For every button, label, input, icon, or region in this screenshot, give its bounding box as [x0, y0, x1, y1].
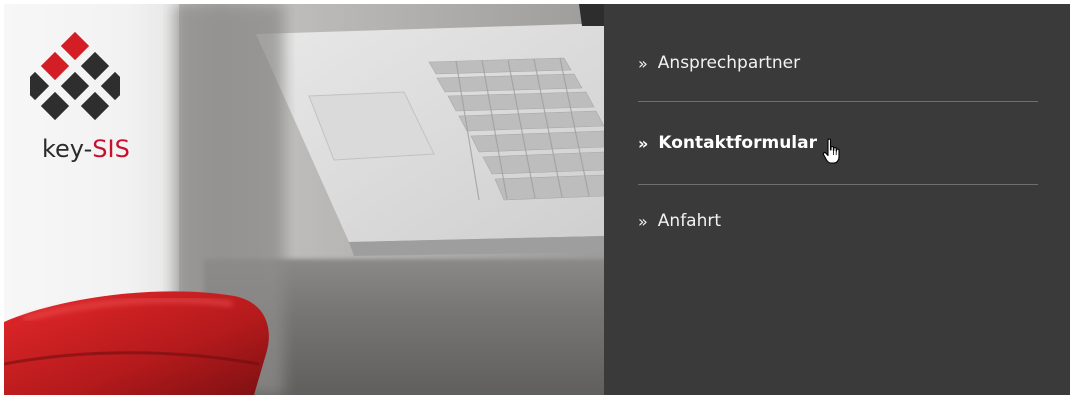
logo-wordmark: key-SIS: [42, 135, 130, 163]
menu-item-marker: »: [638, 211, 648, 231]
diamond-grid-logo-icon: [30, 32, 120, 121]
logo-wordmark-accent: SIS: [92, 135, 130, 163]
menu-item-label: Kontaktformular: [658, 133, 817, 153]
menu-item-marker: »: [638, 133, 649, 153]
page-frame: key-SIS » Ansprechpartner » Kontaktformu…: [4, 4, 1070, 395]
menu-item-marker: »: [638, 53, 648, 73]
logo[interactable]: key-SIS: [30, 32, 160, 172]
menu-item-ansprechpartner[interactable]: » Ansprechpartner: [638, 48, 1038, 78]
hero-image: key-SIS: [4, 4, 604, 395]
contact-menu-panel: » Ansprechpartner » Kontaktformular » An…: [604, 4, 1070, 395]
menu-divider: [638, 101, 1038, 102]
menu-item-label: Ansprechpartner: [657, 53, 801, 73]
menu-divider: [638, 184, 1038, 185]
menu-item-label: Anfahrt: [657, 211, 722, 231]
laptop: [256, 4, 604, 256]
menu-item-anfahrt[interactable]: » Anfahrt: [638, 206, 1038, 236]
red-chair: [4, 291, 269, 395]
logo-wordmark-prefix: key-: [42, 135, 93, 163]
hand-pointer-icon: [822, 138, 840, 164]
